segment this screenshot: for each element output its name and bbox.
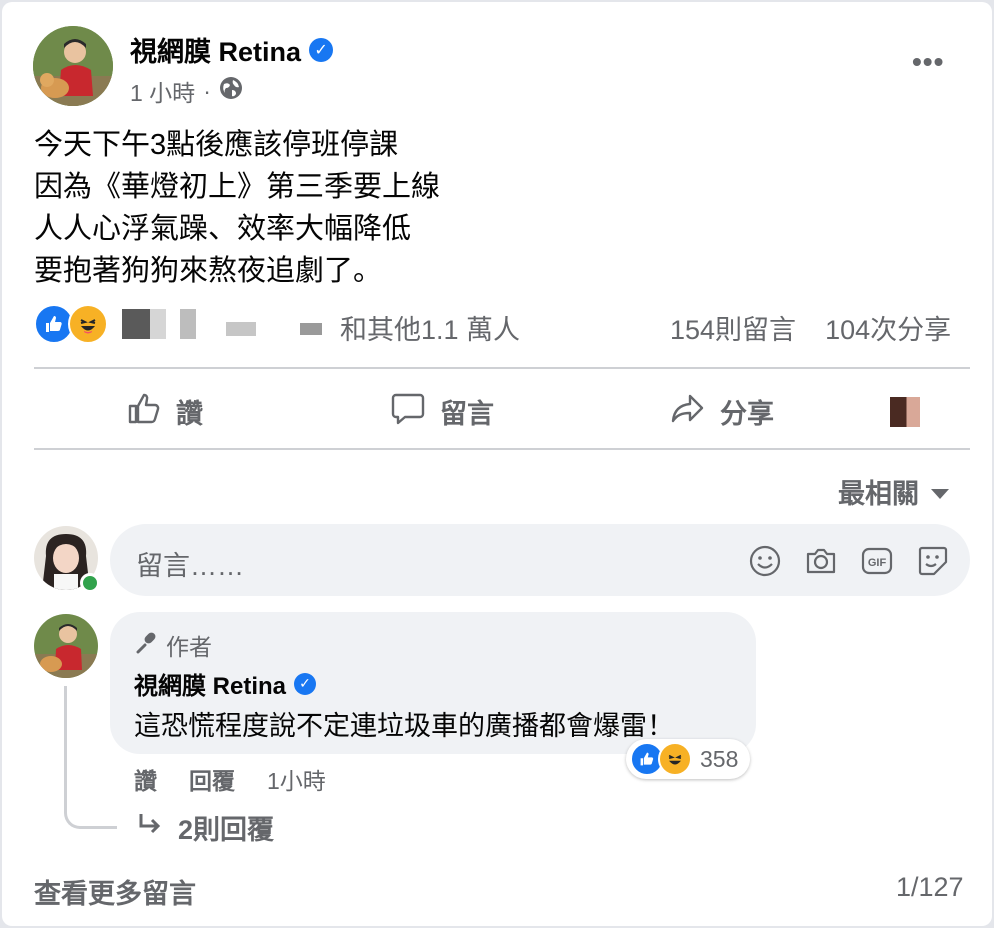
comment-placeholder[interactable]: 留言…… [136, 544, 244, 583]
comment-button[interactable]: 留言 [390, 388, 494, 434]
post-line: 今天下午3點後應該停班停課 [34, 129, 399, 161]
engagement-counts: 154則留言 104次分享 [670, 308, 951, 347]
emoji-icon[interactable] [748, 544, 782, 578]
reactors-text[interactable]: 和其他1.1 萬人 [340, 308, 520, 347]
post-card: 視網膜 Retina ✓ 1 小時 · ••• 今天下午3點後應該停班停課 因為… [2, 2, 992, 926]
author-badge-label: 作者 [166, 634, 212, 660]
author-name-label[interactable]: 視網膜 Retina [130, 30, 301, 69]
comment-text: 這恐慌程度說不定連垃圾車的廣播都會爆雷！ [134, 711, 674, 741]
verified-check-icon: ✓ [294, 672, 317, 695]
gif-icon[interactable]: GIF [860, 544, 894, 578]
sort-label: 最相關 [838, 479, 919, 509]
globe-icon [219, 76, 243, 106]
share-count[interactable]: 104次分享 [825, 315, 951, 345]
post-line: 因為《華燈初上》第三季要上線 [34, 171, 441, 203]
blurred-name [122, 309, 150, 339]
replies-label: 2則回覆 [178, 815, 275, 845]
comment-bubble-icon [390, 390, 426, 433]
commenter-avatar[interactable] [34, 614, 98, 678]
author-badge: 作者 [134, 628, 212, 662]
author-avatar[interactable] [33, 26, 113, 106]
comment-reaction-count: 358 [700, 745, 739, 772]
comment-reactions[interactable]: 358 [626, 739, 751, 779]
svg-text:GIF: GIF [868, 557, 887, 569]
author-name[interactable]: 視網膜 Retina ✓ [130, 30, 334, 69]
post-line: 要抱著狗狗來熬夜追劇了。 [34, 255, 383, 287]
microphone-icon [134, 630, 158, 660]
post-time[interactable]: 1 小時 [130, 74, 195, 108]
comment-like-link[interactable]: 讚 [134, 762, 157, 796]
comment-sort-dropdown[interactable]: 最相關 [838, 472, 949, 511]
blurred-name [150, 309, 166, 339]
comment-actions: 讚 回覆 1小時 [134, 762, 326, 796]
chevron-down-icon [931, 488, 949, 499]
post-line: 人人心浮氣躁、效率大幅降低 [34, 213, 412, 245]
verified-check-icon: ✓ [309, 37, 334, 62]
divider [34, 367, 970, 369]
view-replies-button[interactable]: 2則回覆 [136, 808, 274, 847]
view-more-comments-link[interactable]: 查看更多留言 [34, 872, 196, 911]
share-button[interactable]: 分享 [670, 388, 774, 434]
comment-pager: 1/127 [896, 872, 964, 902]
like-button[interactable]: 讚 [126, 388, 203, 434]
haha-icon [68, 304, 108, 344]
reaction-summary[interactable] [34, 304, 322, 344]
post-meta: 1 小時 · [130, 74, 243, 108]
comment-count[interactable]: 154則留言 [670, 315, 796, 345]
meta-separator: · [203, 77, 211, 104]
blurred-name [226, 322, 256, 336]
more-options-icon[interactable]: ••• [912, 46, 944, 78]
post-body: 今天下午3點後應該停班停課 因為《華燈初上》第三季要上線 人人心浮氣躁、效率大幅… [34, 124, 440, 292]
blurred-name [300, 323, 322, 335]
divider [34, 448, 970, 450]
commenter-name-label[interactable]: 視網膜 Retina [134, 666, 286, 701]
commenter-name[interactable]: 視網膜 Retina ✓ [134, 666, 317, 701]
blurred-name [180, 309, 196, 339]
haha-icon [658, 742, 692, 776]
profile-switcher-avatar[interactable] [890, 397, 920, 427]
like-label: 讚 [176, 398, 203, 429]
comment-reply-link[interactable]: 回覆 [189, 762, 235, 796]
online-status-dot [80, 573, 100, 593]
thumbs-up-icon [126, 390, 162, 433]
comment-time[interactable]: 1小時 [267, 762, 326, 796]
reply-arrow-icon [136, 810, 164, 845]
camera-icon[interactable] [804, 544, 838, 578]
share-arrow-icon [670, 390, 706, 433]
comment-label: 留言 [440, 398, 494, 429]
sticker-icon[interactable] [916, 544, 950, 578]
share-label: 分享 [720, 398, 774, 429]
